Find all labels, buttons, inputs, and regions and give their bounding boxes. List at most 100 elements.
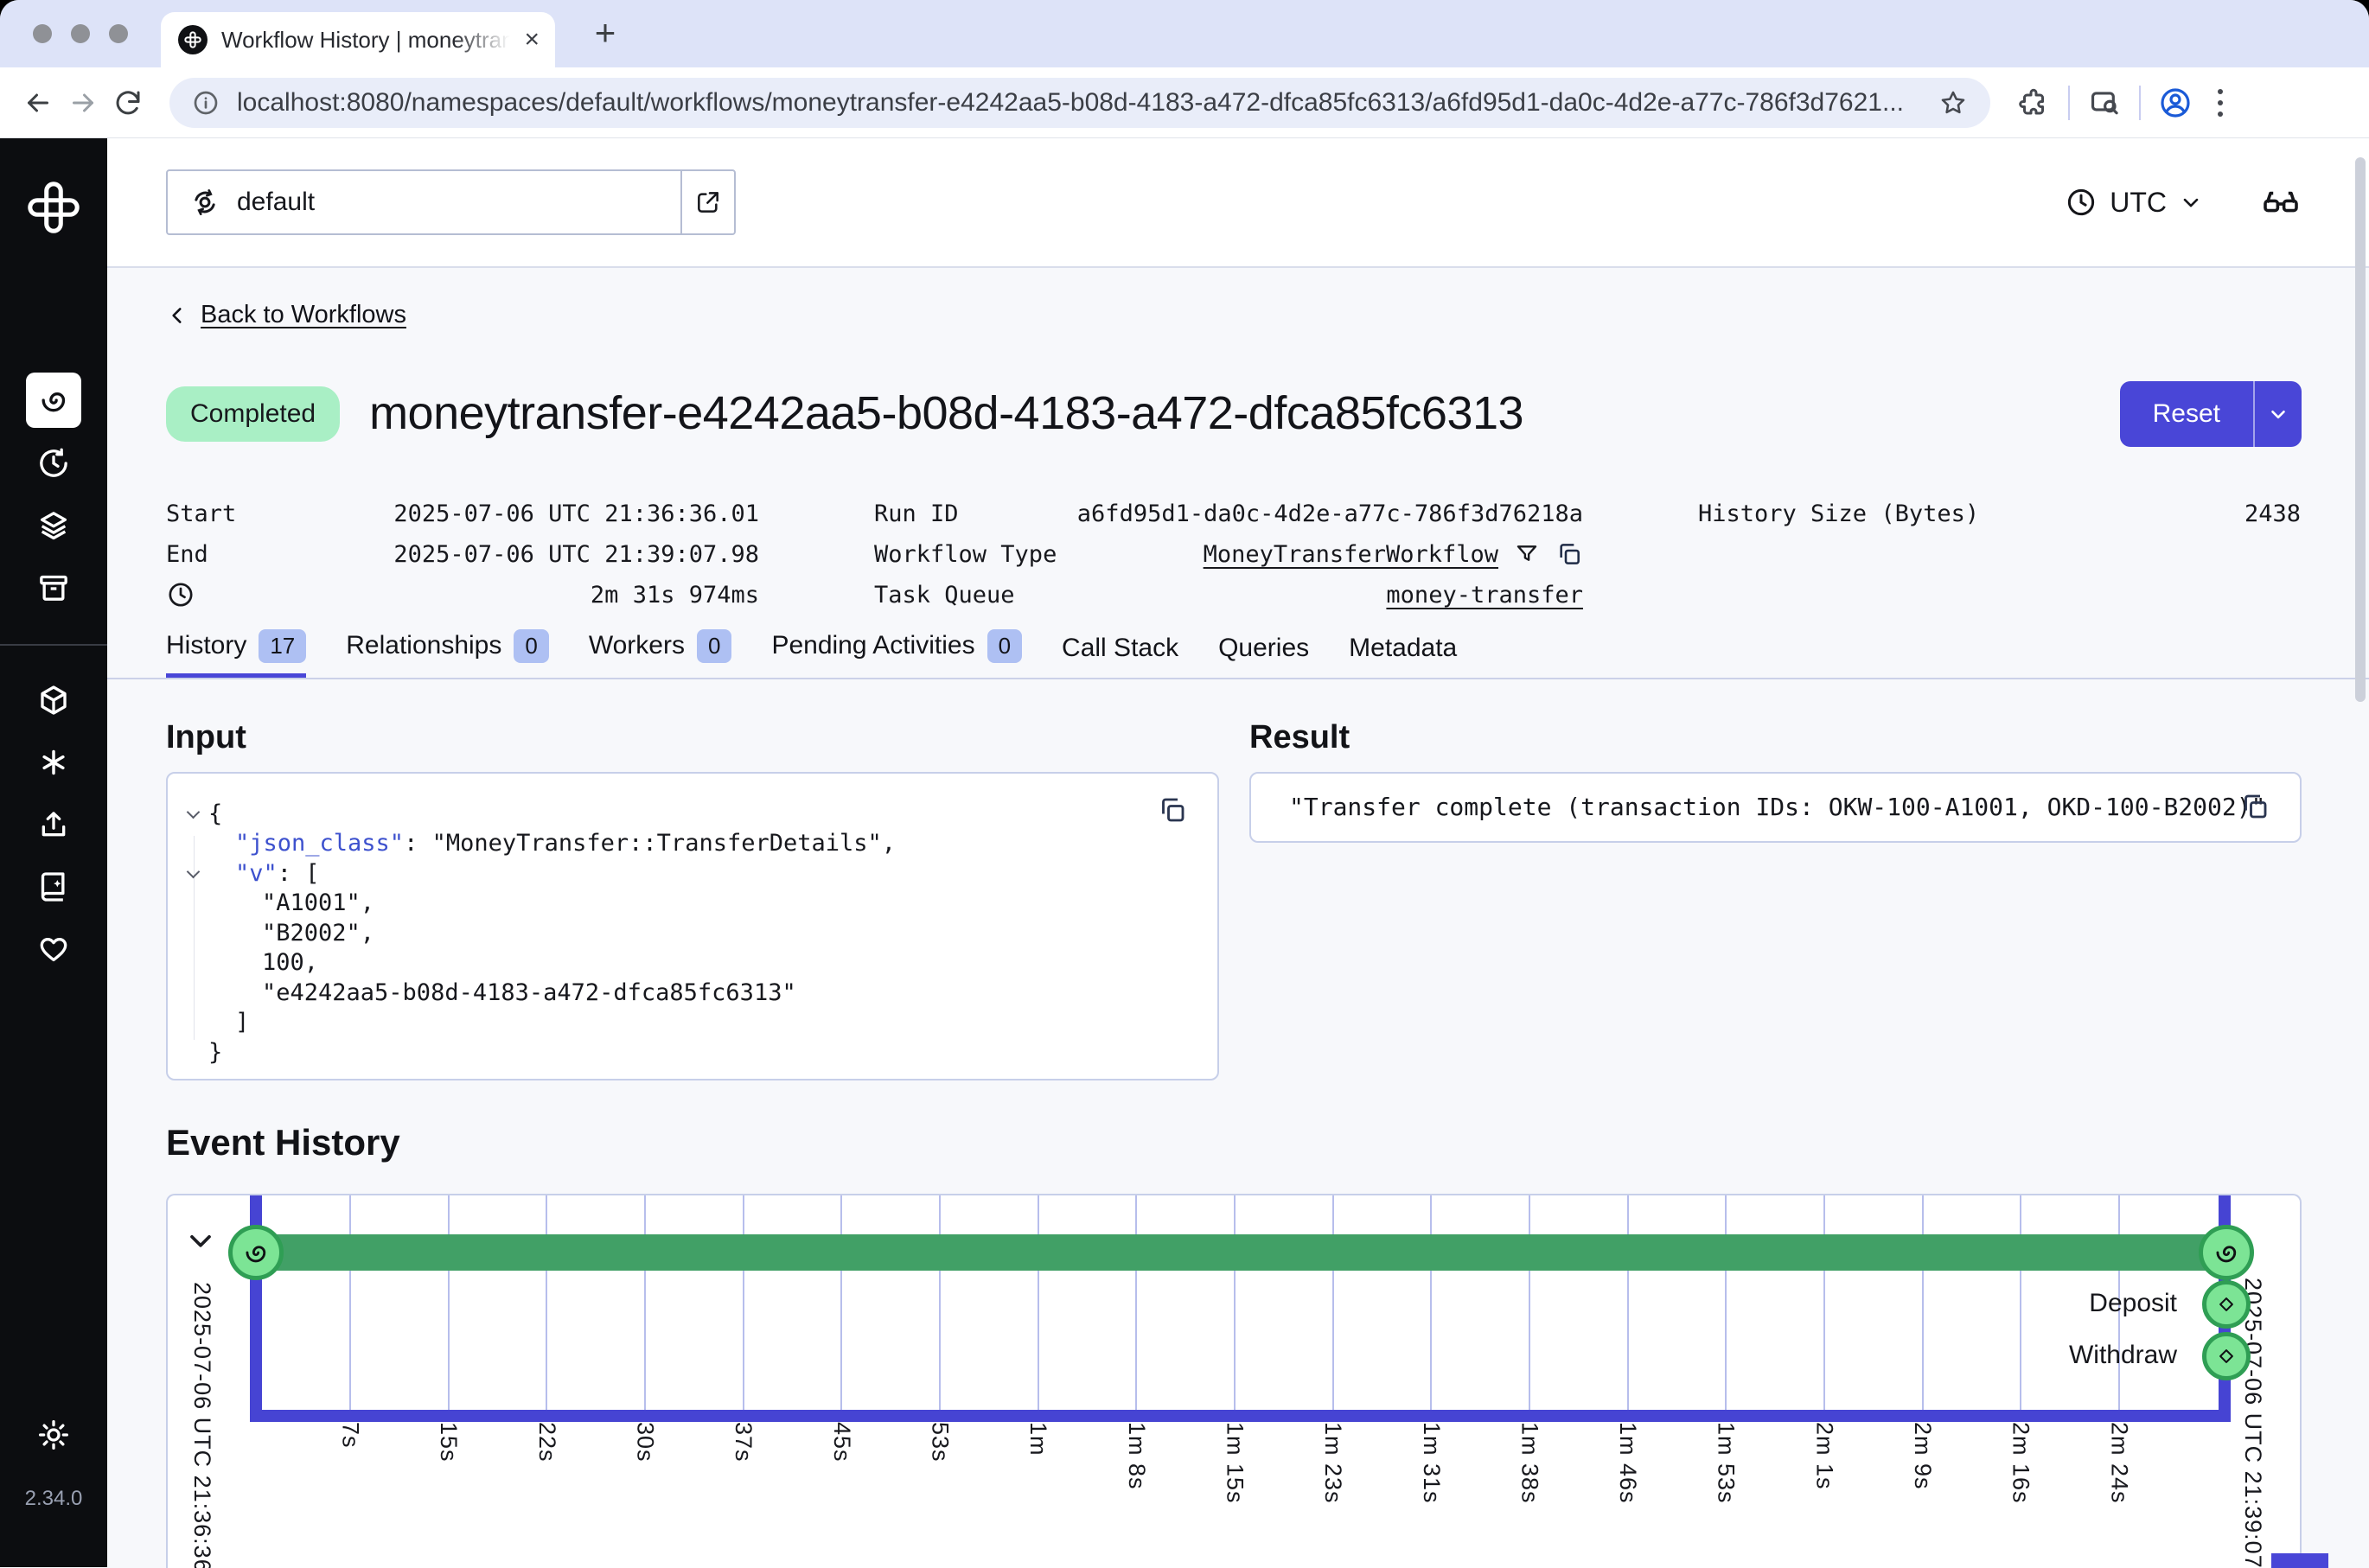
timeline-tick-label: 1m 23s [1319,1422,1346,1504]
main-panel: default UTC [107,138,2369,1567]
deposit-activity-label: Deposit [1727,1289,2177,1318]
zoom-window-button[interactable] [109,24,128,43]
browser-menu-icon[interactable] [2198,80,2243,125]
browser-toolbar: localhost:8080/namespaces/default/workfl… [0,67,2369,138]
temporal-logo-icon[interactable] [26,180,81,235]
tab-search-icon[interactable] [2082,80,2127,125]
withdraw-activity-node[interactable] [2202,1332,2251,1380]
tab-close-icon[interactable]: × [524,27,540,53]
timeline-tick-label: 1m 46s [1614,1422,1641,1504]
end-value: 2025-07-06 UTC 21:39:07.98 [393,541,759,568]
timeline-gridline [1135,1195,1137,1410]
theme-toggle-icon[interactable] [36,1418,71,1452]
sidebar-item-deployments[interactable] [36,508,71,543]
close-window-button[interactable] [33,24,52,43]
copy-icon[interactable] [1555,540,1583,568]
timeline-tick-label: 2m 9s [1909,1422,1936,1490]
sidebar-item-import[interactable] [36,807,71,842]
workflow-end-node[interactable] [2199,1225,2254,1280]
reload-icon[interactable] [105,80,150,125]
timeline-tick-label: 37s [730,1422,757,1463]
timeline-tick-label: 22s [533,1422,560,1463]
page-scrollbar[interactable] [2355,157,2366,702]
workflow-type-label: Workflow Type [874,541,1057,568]
sidebar-item-namespaces[interactable] [36,683,71,717]
extensions-icon[interactable] [2011,80,2056,125]
tab-count-badge: 0 [514,629,548,663]
sidebar-item-feedback[interactable] [36,932,71,966]
app-version: 2.34.0 [0,1487,107,1511]
tab-metadata[interactable]: Metadata [1349,634,1457,678]
timeline-tick-label: 2m 24s [2105,1422,2132,1504]
code-line: } [168,1038,1217,1068]
code-line: "B2002", [168,919,1217,949]
deposit-activity-node[interactable] [2202,1280,2251,1329]
result-heading: Result [1249,719,2302,756]
sidebar-item-workflows[interactable] [26,373,81,428]
url-text[interactable]: localhost:8080/namespaces/default/workfl… [237,88,1938,118]
workflow-start-node[interactable] [228,1225,284,1280]
back-to-workflows-link[interactable]: Back to Workflows [201,301,406,329]
site-info-icon[interactable] [192,89,220,117]
code-line: "json_class": "MoneyTransfer::TransferDe… [168,829,1217,859]
event-history-timeline: Deposit Withdraw 2025-07-06 UTC 21:36:36… [166,1194,2302,1568]
result-codeblock: "Transfer complete (transaction IDs: OKW… [1249,772,2302,843]
timeline-tick-label: 53s [926,1422,953,1463]
reset-button[interactable]: Reset [2120,381,2253,447]
reset-menu-chevron-icon[interactable] [2253,381,2302,447]
timeline-gridline [448,1195,450,1410]
new-tab-button[interactable]: + [584,12,626,54]
task-queue-link[interactable]: money-transfer [1386,582,1583,609]
timeline-expand-chevron-icon[interactable] [183,1223,218,1258]
workflow-page: Back to Workflows Completed moneytransfe… [107,301,2369,1568]
run-id-value: a6fd95d1-da0c-4d2e-a77c-786f3d76218a [1077,500,1583,527]
tab-workers[interactable]: Workers0 [589,629,732,678]
scroll-to-bottom-button[interactable] [2271,1553,2328,1568]
labs-glasses-icon[interactable] [2260,182,2302,223]
tab-history[interactable]: History17 [166,629,306,678]
tab-call-stack[interactable]: Call Stack [1062,634,1178,678]
chevron-down-icon [2179,190,2203,214]
namespace-external-link[interactable] [680,171,734,233]
collapse-chevron-icon[interactable] [187,806,201,819]
sidebar-item-archive[interactable] [36,570,71,605]
sidebar-item-nexus[interactable] [36,745,71,780]
tab-count-badge: 17 [259,629,306,663]
namespace-selector-main[interactable]: default [168,171,680,233]
copy-icon[interactable] [2239,791,2270,822]
minimize-window-button[interactable] [71,24,90,43]
workflow-execution-span[interactable] [258,1234,2226,1271]
url-bar[interactable]: localhost:8080/namespaces/default/workfl… [169,78,1990,128]
namespace-name: default [237,188,315,217]
input-heading: Input [166,719,1219,756]
workflow-type-link[interactable]: MoneyTransferWorkflow [1204,541,1498,568]
window-controls[interactable] [33,24,128,43]
temporal-favicon-icon [178,25,208,54]
copy-icon[interactable] [1157,794,1188,825]
filter-icon[interactable] [1514,541,1540,567]
tab-pending-activities[interactable]: Pending Activities0 [771,629,1022,678]
browser-tab[interactable]: Workflow History | moneytran × [161,12,555,67]
timezone-selector[interactable]: UTC [2065,186,2203,219]
temporal-sidebar: 2.34.0 [0,138,107,1567]
timeline-tick-label: 45s [828,1422,855,1463]
tab-relationships[interactable]: Relationships 0 [346,629,549,678]
timeline-tick-label: 1m 15s [1221,1422,1248,1504]
back-icon[interactable] [16,80,61,125]
collapse-chevron-icon[interactable] [187,865,201,879]
input-json: {"json_class": "MoneyTransfer::TransferD… [168,774,1217,1068]
namespace-selector[interactable]: default [166,169,736,235]
start-value: 2025-07-06 UTC 21:36:36.01 [393,500,759,527]
timeline-bottom-axis [250,1410,2231,1422]
timeline-gridline [840,1195,842,1410]
bookmark-star-icon[interactable] [1938,88,1968,118]
timeline-gridline [939,1195,941,1410]
profile-icon[interactable] [2153,80,2198,125]
forward-icon[interactable] [61,80,105,125]
timeline-gridline [1038,1195,1039,1410]
sidebar-item-schedules[interactable] [36,446,71,481]
meta-column-history: History Size (Bytes)2438 [1698,494,2301,615]
tab-queries[interactable]: Queries [1218,634,1309,678]
sidebar-item-docs[interactable] [36,870,71,904]
tab-label: Relationships [346,631,501,660]
